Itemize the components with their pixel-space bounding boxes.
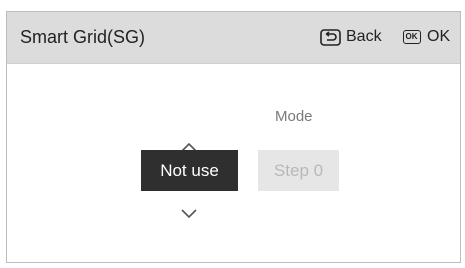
header-bar: Smart Grid(SG) Back OK OK [7, 12, 460, 64]
smart-grid-window: Smart Grid(SG) Back OK OK Mode Not use S… [6, 11, 461, 263]
chevron-down-icon[interactable] [180, 206, 198, 219]
ok-button[interactable]: OK OK [401, 26, 450, 48]
back-button[interactable]: Back [320, 26, 382, 48]
back-label: Back [346, 28, 382, 45]
mode-step-value: Step 0 [258, 150, 339, 191]
mode-label: Mode [275, 108, 313, 125]
mode-selected-value[interactable]: Not use [141, 150, 238, 191]
ok-icon-text: OK [402, 30, 421, 44]
ok-key-icon: OK [401, 29, 422, 46]
page-title: Smart Grid(SG) [20, 27, 146, 47]
ok-label: OK [427, 28, 451, 45]
back-return-icon [320, 28, 341, 46]
